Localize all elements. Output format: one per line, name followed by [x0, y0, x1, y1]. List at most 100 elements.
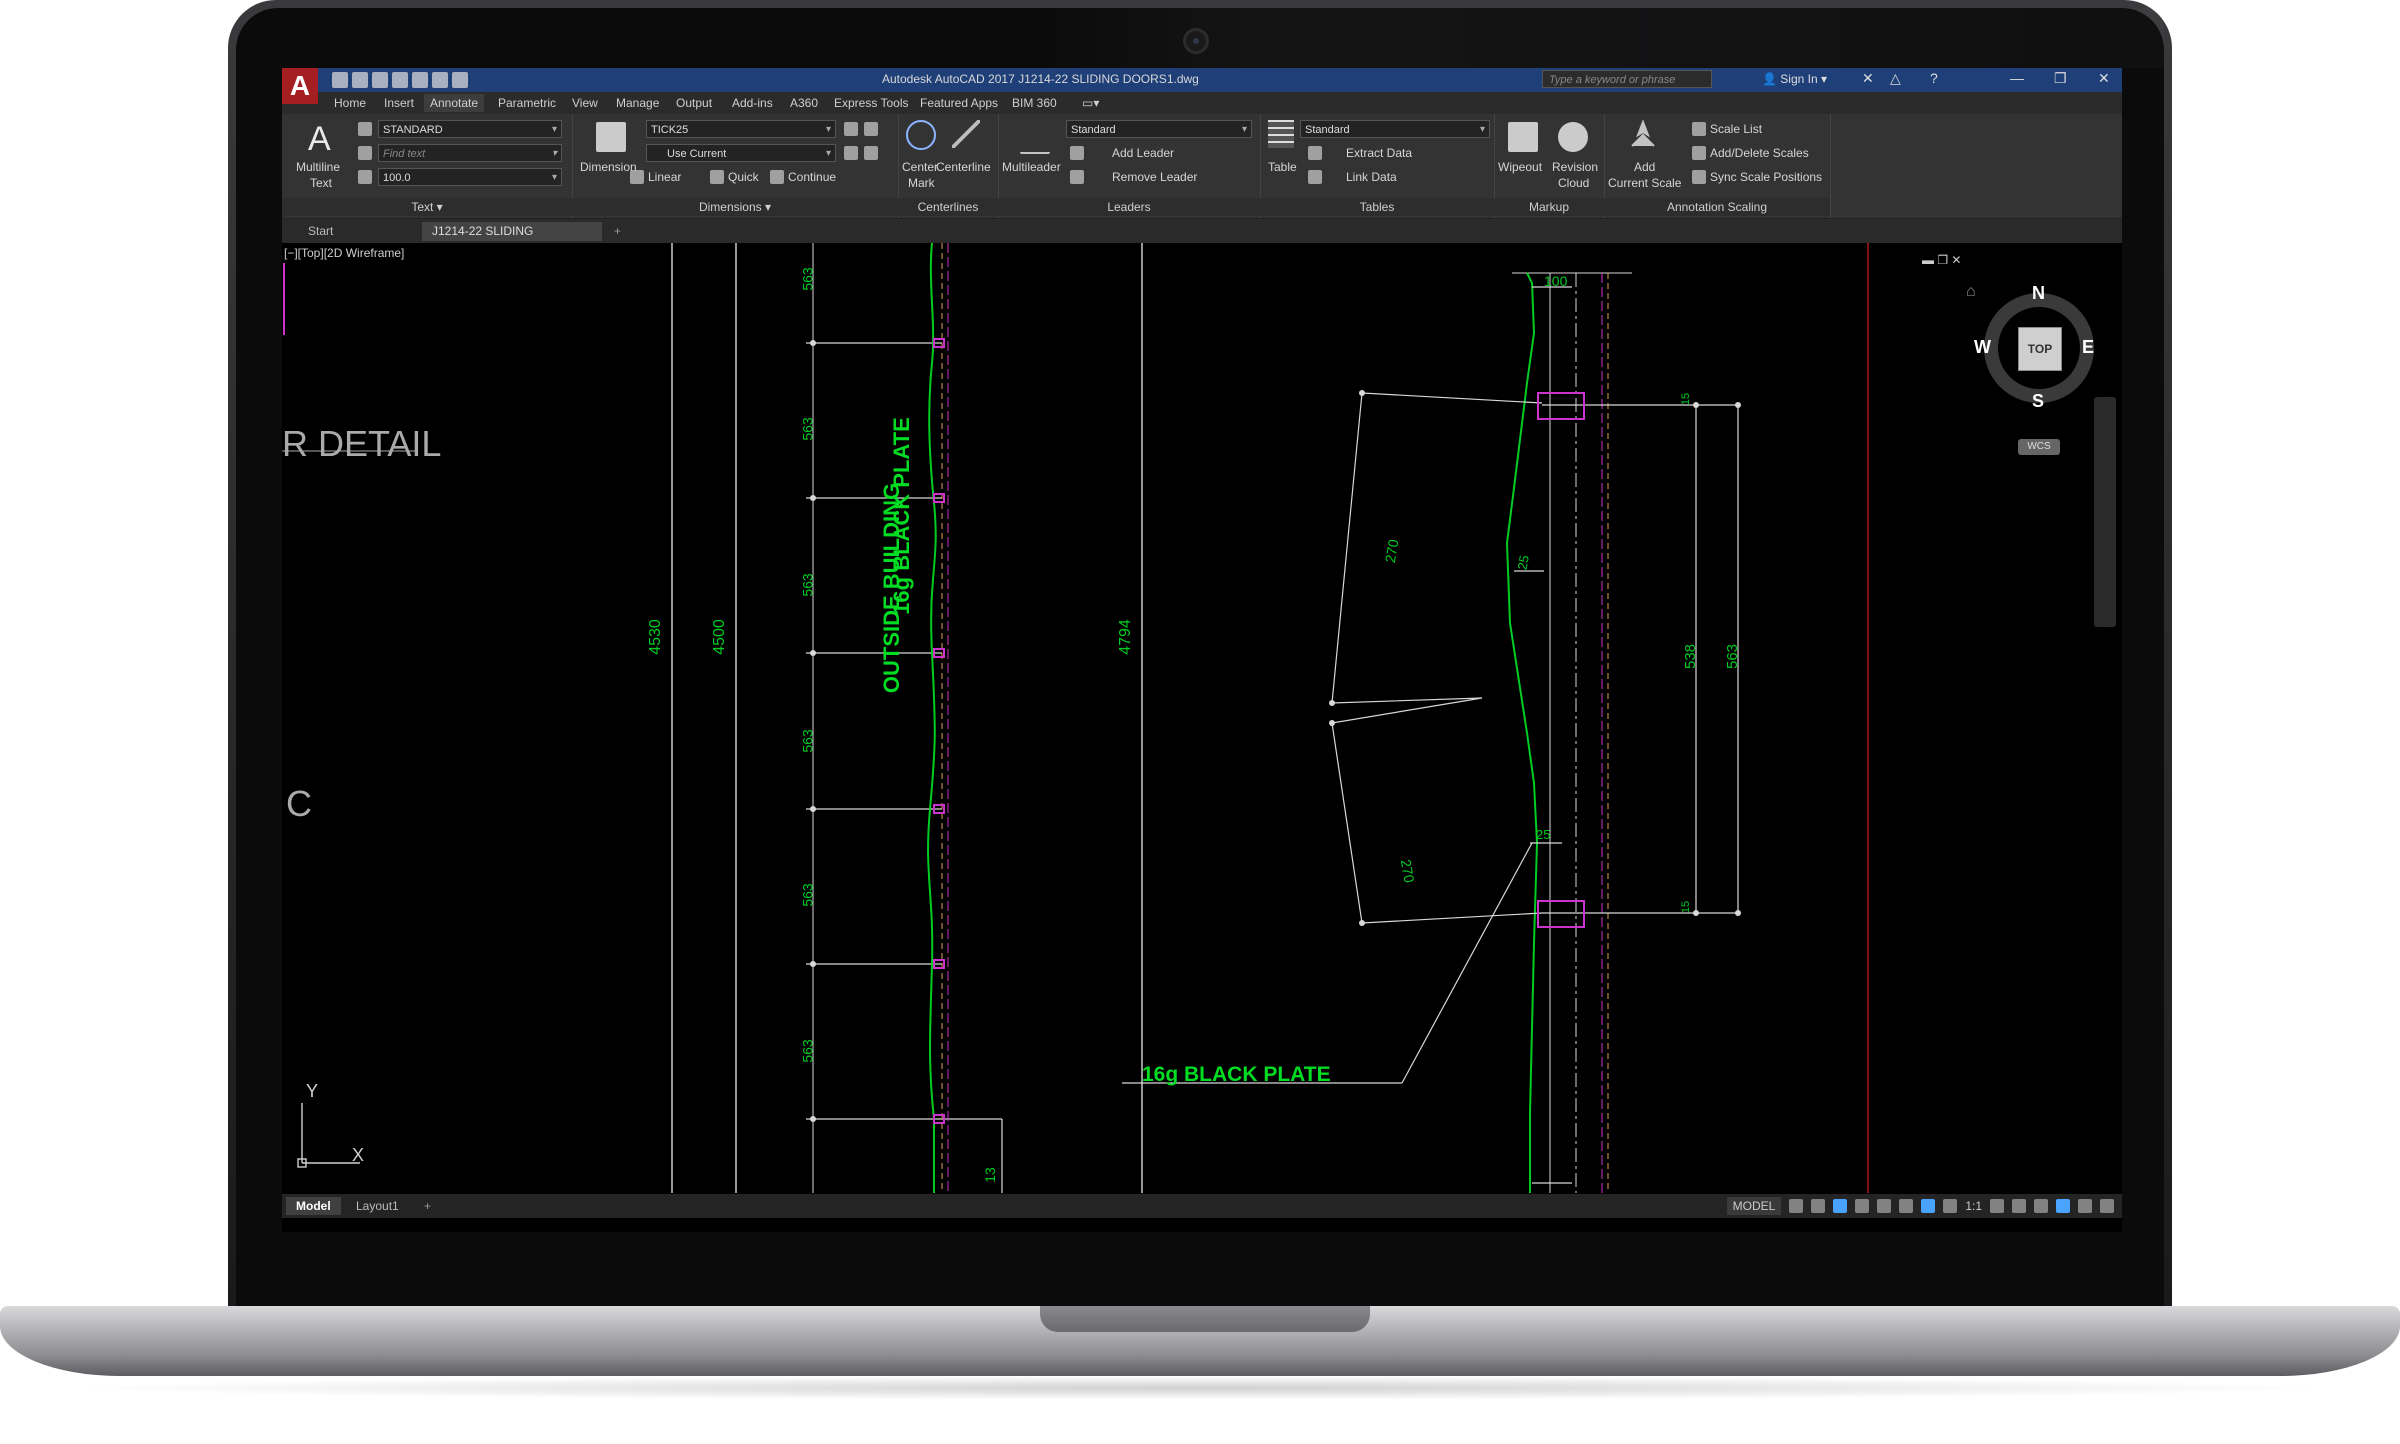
grid-icon[interactable]	[1789, 1199, 1804, 1213]
plus-icon[interactable]	[2012, 1199, 2026, 1213]
model-space-button[interactable]: MODEL	[1726, 1197, 1782, 1215]
undo-icon[interactable]	[432, 72, 448, 88]
text-style-select[interactable]: STANDARD	[378, 120, 562, 139]
tab-annotate[interactable]: Annotate	[424, 94, 485, 112]
quick-button[interactable]: Quick	[728, 170, 759, 184]
table-icon[interactable]	[1268, 120, 1294, 148]
remove-leader-icon	[1070, 170, 1084, 184]
restore-icon[interactable]: ❐	[2054, 70, 2067, 87]
autoscale-icon[interactable]	[1943, 1199, 1958, 1213]
add-current-scale-icon[interactable]	[1628, 119, 1658, 150]
multileader-icon[interactable]	[1020, 122, 1050, 154]
dim-tool-icon-1[interactable]	[844, 122, 858, 136]
viewcube-top-face[interactable]: TOP	[2018, 327, 2062, 371]
annotation-visibility-icon[interactable]	[1921, 1199, 1936, 1213]
polar-icon[interactable]	[1855, 1199, 1870, 1213]
multileader-label: Multileader	[1002, 160, 1061, 174]
osnap-icon[interactable]	[1877, 1199, 1892, 1213]
dim-563: 563	[799, 267, 816, 291]
multiline-text-icon[interactable]: A	[308, 120, 331, 159]
tab-parametric[interactable]: Parametric	[498, 96, 556, 110]
home-icon[interactable]: ⌂	[1966, 283, 1976, 301]
save-icon[interactable]	[372, 72, 388, 88]
dim-tool-icon-4[interactable]	[864, 146, 878, 160]
panel-dimensions-label[interactable]: Dimensions ▾	[572, 198, 898, 216]
minimize-icon[interactable]: —	[2010, 70, 2024, 86]
center-mark-icon[interactable]	[906, 120, 936, 150]
snap-icon[interactable]	[1811, 1199, 1826, 1213]
tab-layout1[interactable]: Layout1	[346, 1197, 409, 1215]
drawing-viewport[interactable]: [−][Top][2D Wireframe] R DETAIL C 4530 4…	[282, 243, 2122, 1193]
otrack-icon[interactable]	[1899, 1199, 1914, 1213]
autodesk-icon[interactable]: △	[1890, 70, 1901, 87]
application-menu-button[interactable]: A	[282, 68, 318, 104]
link-data-button[interactable]: Link Data	[1346, 170, 1397, 184]
file-tab-start[interactable]: Start	[298, 222, 426, 241]
annotation-scale[interactable]: 1:1	[1965, 1199, 1982, 1213]
linear-button[interactable]: Linear	[648, 170, 681, 184]
wipeout-icon[interactable]	[1508, 122, 1538, 152]
tab-model[interactable]: Model	[286, 1197, 341, 1215]
open-icon[interactable]	[352, 72, 368, 88]
clean-screen-icon[interactable]	[2078, 1199, 2092, 1213]
tab-view[interactable]: View	[572, 96, 598, 110]
exchange-icon[interactable]: ✕	[1862, 70, 1874, 87]
print-icon[interactable]	[412, 72, 428, 88]
continue-button[interactable]: Continue	[788, 170, 836, 184]
dim-tool-icon-3[interactable]	[844, 146, 858, 160]
viewport-controls[interactable]: [−][Top][2D Wireframe]	[284, 246, 404, 260]
dimension-icon[interactable]	[596, 122, 626, 152]
compass-north[interactable]: N	[2032, 283, 2045, 304]
dim-tool-icon-2[interactable]	[864, 122, 878, 136]
add-delete-scales-button[interactable]: Add/Delete Scales	[1710, 146, 1809, 160]
remove-leader-button[interactable]: Remove Leader	[1112, 170, 1197, 184]
panel-leaders: Multileader Standard Add Leader Remove L…	[998, 114, 1261, 218]
tab-insert[interactable]: Insert	[384, 96, 414, 110]
tab-express-tools[interactable]: Express Tools	[834, 96, 908, 110]
customization-menu-icon[interactable]	[2100, 1199, 2114, 1213]
user-icon: 👤	[1762, 72, 1781, 86]
panel-text-label[interactable]: Text ▾	[282, 198, 572, 216]
leader-style-select[interactable]: Standard	[1066, 120, 1252, 139]
close-icon[interactable]: ✕	[2098, 70, 2110, 87]
ortho-icon[interactable]	[1833, 1199, 1848, 1213]
save-as-icon[interactable]	[392, 72, 408, 88]
help-search-input[interactable]: Type a keyword or phrase	[1542, 70, 1712, 88]
help-icon[interactable]: ?	[1930, 70, 1938, 86]
file-tab-drawing[interactable]: J1214-22 SLIDING DOORS1* ✕	[422, 222, 602, 257]
sync-scale-button[interactable]: Sync Scale Positions	[1710, 170, 1822, 184]
hardware-acceleration-icon[interactable]	[2056, 1199, 2070, 1213]
add-layout-icon[interactable]: +	[414, 1197, 441, 1215]
revision-cloud-icon[interactable]	[1558, 122, 1588, 152]
extract-data-button[interactable]: Extract Data	[1346, 146, 1412, 160]
tab-output[interactable]: Output	[676, 96, 712, 110]
centerline-icon[interactable]	[952, 120, 980, 148]
text-height-select[interactable]: 100.0	[378, 168, 562, 187]
viewport-minimize-icon[interactable]: ▬ ❐ ✕	[1922, 253, 1961, 267]
redo-icon[interactable]	[452, 72, 468, 88]
isolate-icon[interactable]	[2034, 1199, 2048, 1213]
workspace-gear-icon[interactable]	[1990, 1199, 2004, 1213]
dim-layer-select[interactable]: Use Current	[646, 144, 836, 163]
new-icon[interactable]	[332, 72, 348, 88]
scale-list-button[interactable]: Scale List	[1710, 122, 1762, 136]
compass-east[interactable]: E	[2082, 337, 2094, 358]
add-leader-button[interactable]: Add Leader	[1112, 146, 1174, 160]
navigation-bar[interactable]	[2094, 397, 2116, 627]
dim-style-select[interactable]: TICK25	[646, 120, 836, 139]
tab-a360[interactable]: A360	[790, 96, 818, 110]
compass-west[interactable]: W	[1974, 337, 1991, 358]
detail-title: R DETAIL	[282, 423, 442, 464]
ribbon-options-icon[interactable]: ▭▾	[1082, 96, 1099, 110]
tab-manage[interactable]: Manage	[616, 96, 659, 110]
tab-bim-360[interactable]: BIM 360	[1012, 96, 1057, 110]
tab-featured-apps[interactable]: Featured Apps	[920, 96, 998, 110]
compass-south[interactable]: S	[2032, 391, 2044, 412]
sign-in-button[interactable]: 👤 Sign In ▾	[1762, 72, 1827, 86]
wcs-menu[interactable]: WCS	[2018, 439, 2060, 455]
tab-home[interactable]: Home	[334, 96, 366, 110]
find-text-input[interactable]: Find text	[378, 144, 562, 163]
table-style-select[interactable]: Standard	[1300, 120, 1490, 139]
tab-add-ins[interactable]: Add-ins	[732, 96, 773, 110]
new-tab-icon[interactable]: +	[604, 222, 631, 241]
